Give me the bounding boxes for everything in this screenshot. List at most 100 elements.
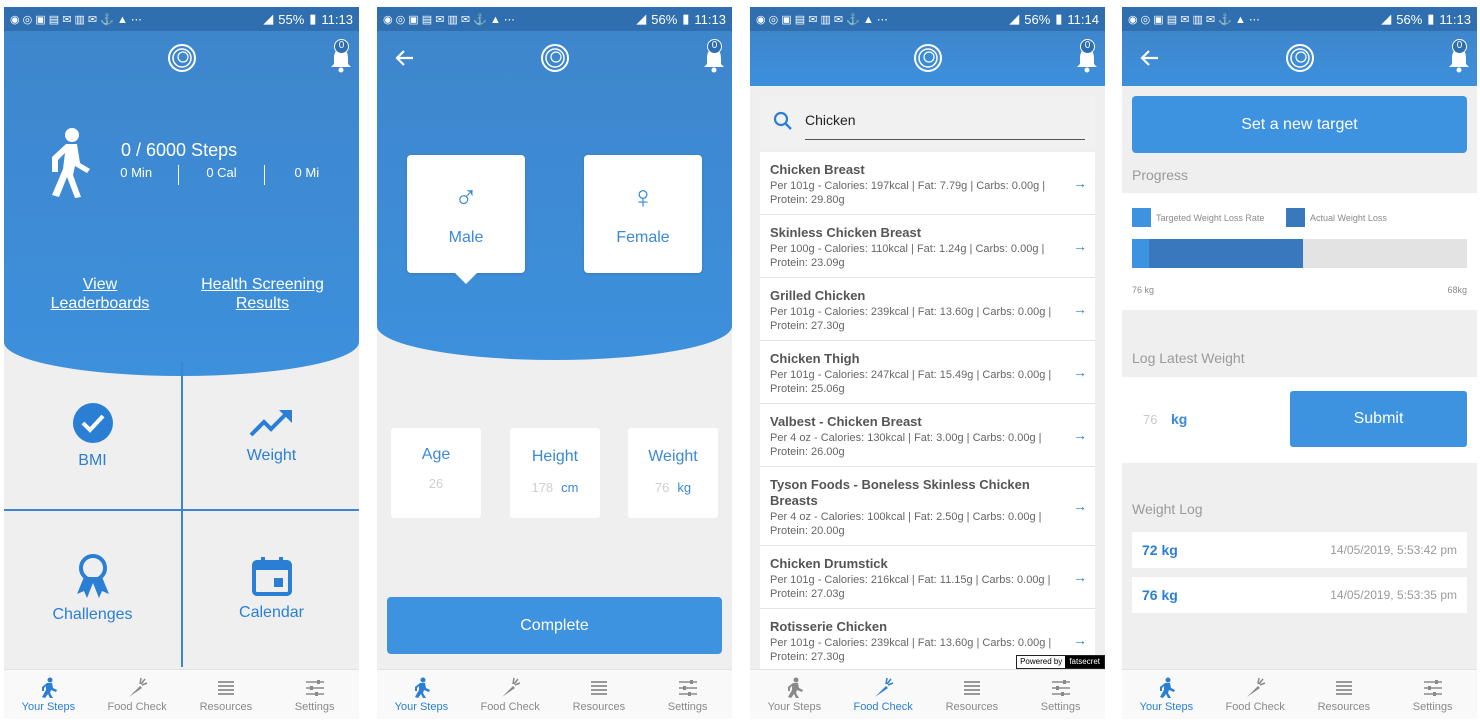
notification-badge: 0 — [707, 39, 722, 54]
female-option[interactable]: ♀ Female — [584, 155, 702, 273]
tab-food-check[interactable]: Food Check — [466, 670, 555, 719]
tab-label: Settings — [1040, 700, 1081, 713]
tab-label: Food Check — [107, 700, 167, 713]
tab-label: Food Check — [480, 700, 540, 713]
age-value: 26 — [428, 476, 444, 491]
calendar-label: Calendar — [239, 604, 304, 621]
tab-your-steps[interactable]: Your Steps — [4, 670, 93, 719]
list-item[interactable]: Grilled Chicken Per 101g - Calories: 239k… — [760, 278, 1095, 341]
food-nutrition: Per 4 oz - Calories: 130kcal | Fat: 3.00… — [770, 432, 1042, 458]
arrow-right-icon: → — [1073, 569, 1087, 585]
tab-settings[interactable]: Settings — [270, 670, 359, 719]
list-item[interactable]: Chicken Thigh Per 101g - Calories: 247kca… — [760, 341, 1095, 404]
tab-resources[interactable]: Resources — [182, 670, 271, 719]
challenges-label: Challenges — [52, 606, 133, 623]
arrow-right-icon: → — [1073, 301, 1087, 317]
target-rate-fill — [1132, 239, 1149, 268]
status-bar: ◉ ◎ ▣ ▤ ✉ ▥ ✉ ⚓ ▲ ⋯ ◢ 56% ▮ 11:13 — [1122, 7, 1477, 31]
bottom-tab-bar: Your Steps Food Check Resources Settings — [750, 669, 1105, 719]
search-input[interactable]: Chicken — [805, 112, 856, 128]
view-leaderboards-link[interactable]: View Leaderboards — [34, 275, 166, 313]
arrow-right-icon: → — [1073, 632, 1087, 648]
clock: 11:13 — [1439, 11, 1471, 27]
weight-label: Weight — [246, 446, 297, 464]
walker-icon — [788, 677, 804, 698]
sliders-icon — [678, 679, 697, 696]
health-screening-link[interactable]: Health Screening Results — [200, 275, 325, 313]
tab-label: Settings — [667, 700, 708, 713]
food-search-bar[interactable]: Chicken — [760, 96, 1095, 148]
height-field[interactable]: Height 178 cm — [510, 428, 600, 518]
app-logo-icon — [540, 44, 569, 72]
list-item[interactable]: Tyson Foods - Boneless Skinless Chicken … — [760, 467, 1095, 546]
miles-stat: 0 Mi — [294, 165, 320, 180]
arrow-right-icon: → — [1073, 238, 1087, 254]
list-item[interactable]: Valbest - Chicken Breast Per 4 oz - Calor… — [760, 404, 1095, 467]
list-item: 76 kg 14/05/2019, 5:53:35 pm — [1132, 577, 1467, 613]
sliders-icon — [305, 679, 324, 696]
challenges-tile[interactable]: Challenges — [4, 511, 181, 667]
tab-settings[interactable]: Settings — [1388, 670, 1477, 719]
battery-icon: ▮ — [309, 11, 317, 26]
tab-your-steps[interactable]: Your Steps — [1122, 670, 1211, 719]
tab-label: Resources — [945, 700, 999, 713]
calendar-tile[interactable]: Calendar — [183, 511, 359, 667]
complete-button[interactable]: Complete — [387, 597, 722, 654]
list-item[interactable]: Chicken Breast Per 101g - Calories: 197kc… — [760, 152, 1095, 215]
legend-actual: Actual Weight Loss — [1286, 208, 1387, 227]
set-new-target-button[interactable]: Set a new target — [1132, 96, 1467, 153]
tab-label: Your Steps — [394, 700, 449, 713]
list-item[interactable]: Chicken Drumstick Per 101g - Calories: 21… — [760, 546, 1095, 609]
weight-progress-bar — [1132, 239, 1467, 268]
fatsecret-attribution[interactable]: Powered by fatsecret — [1016, 655, 1105, 669]
battery-level: 56% — [1024, 11, 1051, 27]
tab-label: Resources — [199, 700, 253, 713]
tab-resources[interactable]: Resources — [1300, 670, 1389, 719]
battery-level: 56% — [1396, 11, 1423, 27]
weight-field[interactable]: Weight 76 kg — [628, 428, 718, 518]
tab-label: Your Steps — [1139, 700, 1194, 713]
food-name: Skinless Chicken Breast — [770, 225, 922, 240]
arrow-right-icon: → — [1073, 175, 1087, 191]
female-symbol-icon: ♀ — [631, 179, 655, 215]
weight-input[interactable]: 76 — [1143, 412, 1157, 427]
tab-food-check[interactable]: Food Check — [839, 670, 928, 719]
trending-up-icon — [249, 409, 292, 436]
calories-stat: 0 Cal — [206, 165, 237, 180]
clock: 11:14 — [1067, 11, 1099, 27]
notification-icons: ◉ ◎ ▣ ▤ ✉ ▥ ✉ ⚓ ▲ ⋯ — [10, 13, 142, 26]
status-bar: ◉ ◎ ▣ ▤ ✉ ▥ ✉ ⚓ ▲ ⋯ ◢ 56% ▮ 11:14 — [750, 7, 1105, 31]
steps-counter: 0 / 6000 Steps — [121, 140, 238, 160]
food-name: Chicken Drumstick — [770, 556, 888, 571]
battery-icon: ▮ — [1427, 11, 1435, 26]
status-bar: ◉ ◎ ▣ ▤ ✉ ▥ ✉ ⚓ ▲ ⋯ ◢ 55% ▮ 11:13 — [4, 7, 359, 31]
list-icon — [217, 680, 234, 695]
weight-tile[interactable]: Weight — [183, 362, 359, 509]
submit-button[interactable]: Submit — [1290, 391, 1467, 447]
minutes-stat: 0 Min — [120, 165, 153, 180]
tab-your-steps[interactable]: Your Steps — [377, 670, 466, 719]
tab-food-check[interactable]: Food Check — [93, 670, 182, 719]
back-arrow-icon[interactable] — [393, 47, 415, 69]
weight-value: 76 — [654, 480, 670, 495]
wifi-icon: ◢ — [636, 11, 647, 26]
bmi-tile[interactable]: BMI — [4, 362, 181, 509]
tab-settings[interactable]: Settings — [1016, 670, 1105, 719]
list-item[interactable]: Skinless Chicken Breast Per 100g - Calori… — [760, 215, 1095, 278]
tab-settings[interactable]: Settings — [643, 670, 732, 719]
sliders-icon — [1051, 679, 1070, 696]
tab-label: Resources — [1317, 700, 1371, 713]
tab-food-check[interactable]: Food Check — [1211, 670, 1300, 719]
tab-your-steps[interactable]: Your Steps — [750, 670, 839, 719]
tab-resources[interactable]: Resources — [928, 670, 1017, 719]
legend-swatch — [1286, 208, 1305, 227]
male-option[interactable]: ♂ Male — [407, 155, 525, 273]
steps-screen: ◉ ◎ ▣ ▤ ✉ ▥ ✉ ⚓ ▲ ⋯ ◢ 55% ▮ 11:13 0 0 / 600… — [4, 7, 359, 719]
legend-target: Targeted Weight Loss Rate — [1132, 208, 1264, 227]
food-nutrition: Per 100g - Calories: 110kcal | Fat: 1.24… — [770, 243, 1045, 269]
carrot-icon — [129, 677, 148, 697]
back-arrow-icon[interactable] — [1138, 47, 1160, 69]
tab-resources[interactable]: Resources — [555, 670, 644, 719]
food-name: Chicken Breast — [770, 162, 865, 177]
age-field[interactable]: Age 26 — [391, 428, 481, 518]
